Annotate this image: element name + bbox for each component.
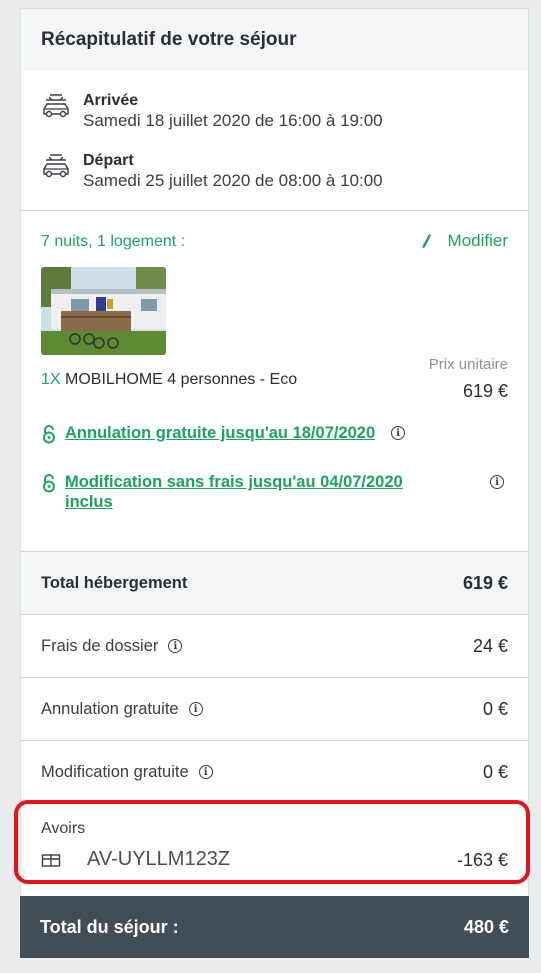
- accommodation-section: 7 nuits, 1 logement : Modifier Prix unit…: [21, 211, 528, 551]
- info-icon[interactable]: i: [168, 639, 183, 653]
- cancellation-link[interactable]: Annulation gratuite jusqu'au 18/07/2020: [65, 423, 375, 443]
- modify-label: Modifier: [447, 231, 508, 250]
- nights-summary: 7 nuits, 1 logement :: [41, 233, 186, 250]
- product-quantity: 1X: [41, 371, 61, 388]
- avoirs-title: Avoirs: [41, 820, 86, 837]
- avoir-code: AV-UYLLM123Z: [87, 848, 231, 870]
- avoir-amount: -163 €: [456, 850, 508, 870]
- mobilhome-photo: [41, 267, 166, 355]
- avoir-code-row: AV-UYLLM123Z: [41, 848, 230, 871]
- cancellation-policy: Annulation gratuite jusqu'au 18/07/2020 …: [41, 423, 406, 444]
- arrival-row: Arrivée Samedi 18 juillet 2020 de 16:00 …: [41, 91, 383, 131]
- voucher-icon: [41, 853, 61, 867]
- product-name: MOBILHOME 4 personnes - Eco: [65, 371, 298, 388]
- grand-total-amount: 480 €: [463, 916, 509, 937]
- car-icon: [43, 94, 69, 118]
- lock-icon: [43, 474, 55, 493]
- grand-total-label: Total du séjour :: [40, 916, 179, 937]
- departure-title: Départ: [83, 152, 134, 169]
- fees-amount: 24 €: [472, 635, 508, 656]
- total-accommodation-amount: 619 €: [462, 572, 508, 593]
- modification-link-continued[interactable]: inclus: [65, 493, 113, 511]
- departure-detail: Samedi 25 juillet 2020 de 08:00 à 10:00: [83, 171, 383, 190]
- pencil-icon: [422, 234, 431, 249]
- modify-button[interactable]: Modifier: [420, 231, 508, 251]
- fees-row: Frais de dossier i 24 €: [21, 614, 528, 677]
- modification-row: Modification gratuite i 0 €: [21, 740, 528, 803]
- grand-total-bar: Total du séjour : 480 €: [20, 896, 529, 958]
- unit-price-value: 619 €: [462, 381, 508, 401]
- departure-row: Départ Samedi 25 juillet 2020 de 08:00 à…: [41, 151, 383, 191]
- arrival-detail: Samedi 18 juillet 2020 de 16:00 à 19:00: [83, 111, 383, 130]
- modification-link[interactable]: Modification sans frais jusqu'au 04/07/2…: [65, 473, 403, 491]
- arrival-title: Arrivée: [83, 92, 139, 109]
- total-accommodation-row: Total hébergement 619 €: [21, 551, 528, 614]
- stay-summary-card: Récapitulatif de votre séjour Arrivée Sa…: [20, 8, 529, 958]
- product-line: 1X MOBILHOME 4 personnes - Eco: [41, 371, 297, 389]
- info-icon[interactable]: i: [391, 426, 406, 440]
- info-icon[interactable]: i: [198, 765, 213, 779]
- modification-label: Modification gratuite: [41, 762, 189, 781]
- unit-price-label: Prix unitaire: [428, 356, 508, 373]
- car-icon: [43, 154, 69, 178]
- avoirs-section: Avoirs AV-UYLLM123Z -163 €: [21, 803, 528, 893]
- info-icon[interactable]: i: [490, 475, 504, 489]
- summary-header: Récapitulatif de votre séjour: [21, 9, 528, 71]
- total-accommodation-label: Total hébergement: [41, 573, 188, 592]
- lock-icon: [43, 425, 55, 444]
- cancellation-row: Annulation gratuite i 0 €: [21, 677, 528, 740]
- info-icon[interactable]: i: [188, 702, 203, 716]
- fees-label: Frais de dossier: [41, 636, 159, 655]
- modification-policy: Modification sans frais jusqu'au 04/07/2…: [41, 472, 504, 512]
- dates-section: Arrivée Samedi 18 juillet 2020 de 16:00 …: [21, 71, 528, 211]
- page-title: Récapitulatif de votre séjour: [41, 29, 297, 50]
- modification-amount: 0 €: [482, 761, 508, 782]
- cancellation-amount: 0 €: [482, 698, 508, 719]
- cancellation-label: Annulation gratuite: [41, 699, 179, 718]
